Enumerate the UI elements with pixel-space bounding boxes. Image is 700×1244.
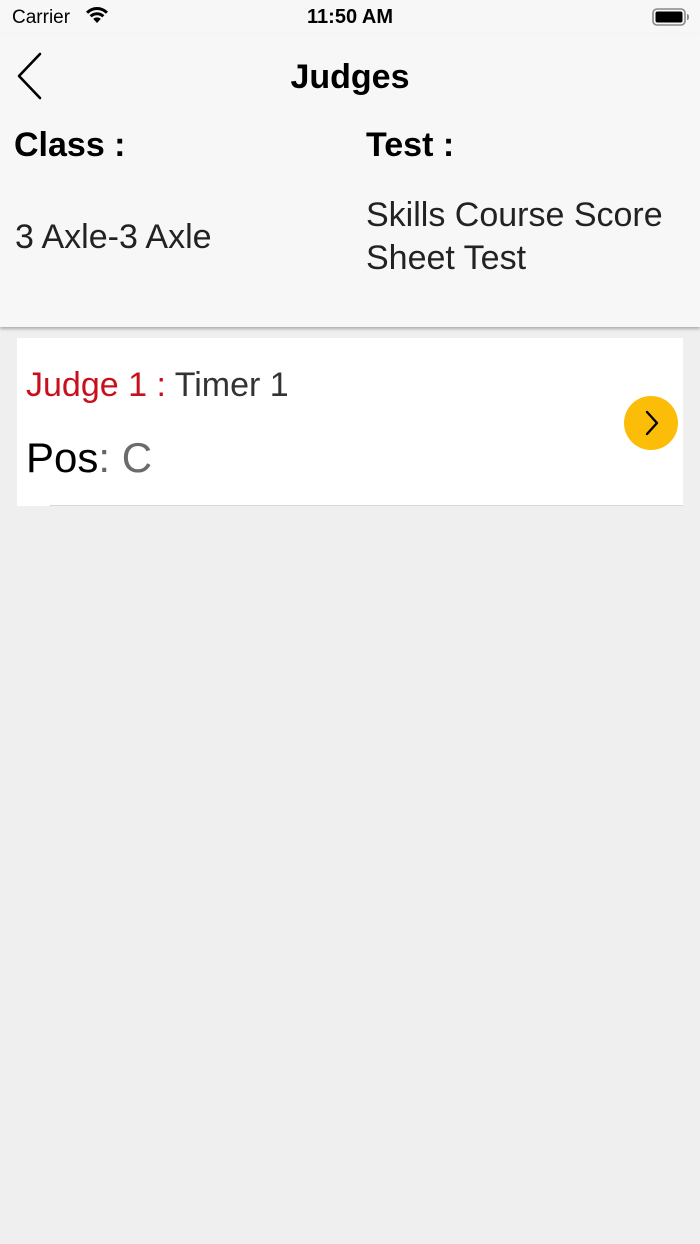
test-value: Skills Course Score Sheet Test <box>366 196 663 277</box>
judge-title: Judge 1 : Timer 1 <box>26 366 289 405</box>
pos-separator: : <box>98 434 122 481</box>
judge-name: Timer 1 <box>174 366 289 404</box>
status-time: 11:50 AM <box>307 6 393 28</box>
header-panel: Judges Class : Test : 3 Axle-3 Axle Skil… <box>0 34 700 327</box>
chevron-right-icon <box>645 410 659 436</box>
status-bar: Carrier 11:50 AM <box>0 0 700 34</box>
page-title: Judges <box>290 58 410 96</box>
battery-icon <box>652 8 690 26</box>
row-divider <box>50 505 683 506</box>
class-value: 3 Axle-3 Axle <box>15 218 212 256</box>
pos-label: Pos <box>26 434 99 481</box>
pos-value: C <box>121 434 153 481</box>
class-label: Class : <box>14 126 126 164</box>
judge-position: Pos: C <box>26 434 152 482</box>
judge-label: Judge 1 : <box>26 366 175 404</box>
open-judge-button[interactable] <box>624 396 678 450</box>
test-label: Test : <box>366 126 455 164</box>
judge-list-item[interactable]: Judge 1 : Timer 1 Pos: C <box>17 338 683 506</box>
